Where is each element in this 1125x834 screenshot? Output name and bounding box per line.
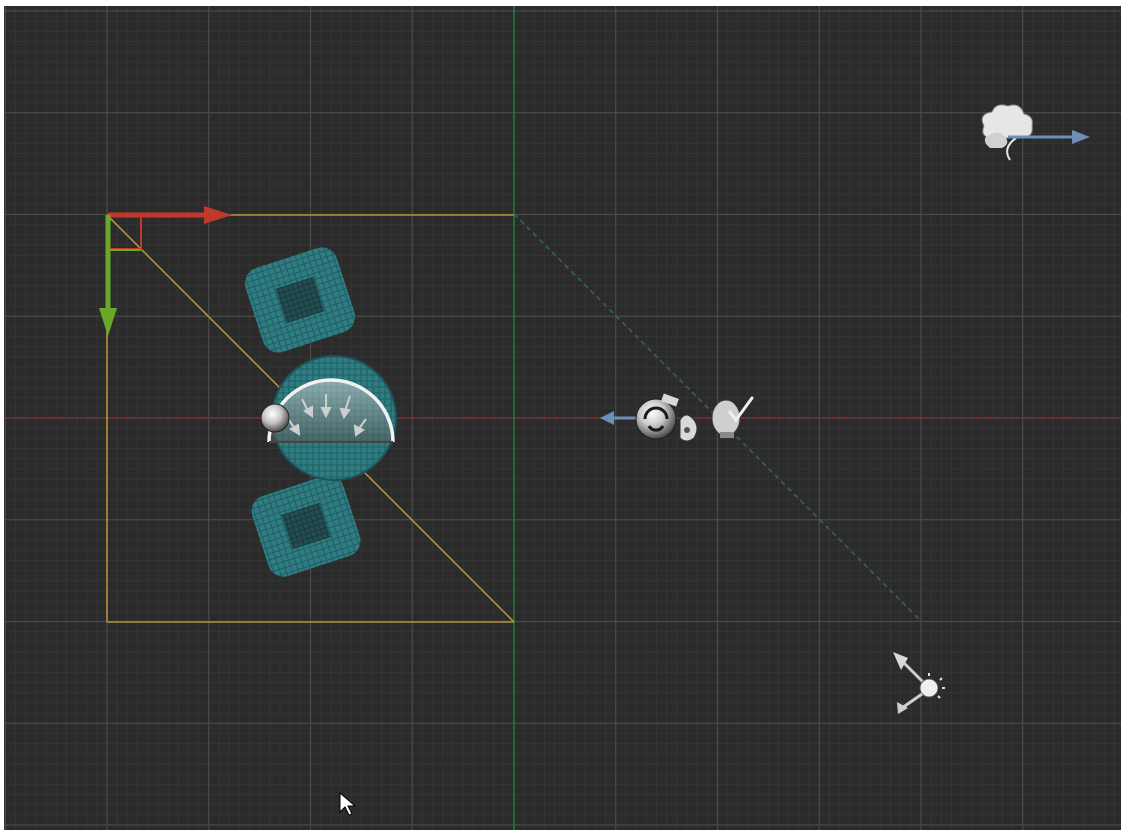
gizmo-x-arrowhead[interactable] [204, 206, 232, 224]
arrow-pointer-icon [339, 791, 357, 816]
gizmo-y-arrowhead[interactable] [99, 308, 117, 336]
box-mesh-lower[interactable] [247, 471, 364, 581]
scene-canvas[interactable] [4, 6, 1121, 830]
audio-source[interactable] [679, 414, 698, 442]
scene-viewport[interactable] [4, 6, 1121, 830]
reflection-probe[interactable] [600, 393, 679, 440]
